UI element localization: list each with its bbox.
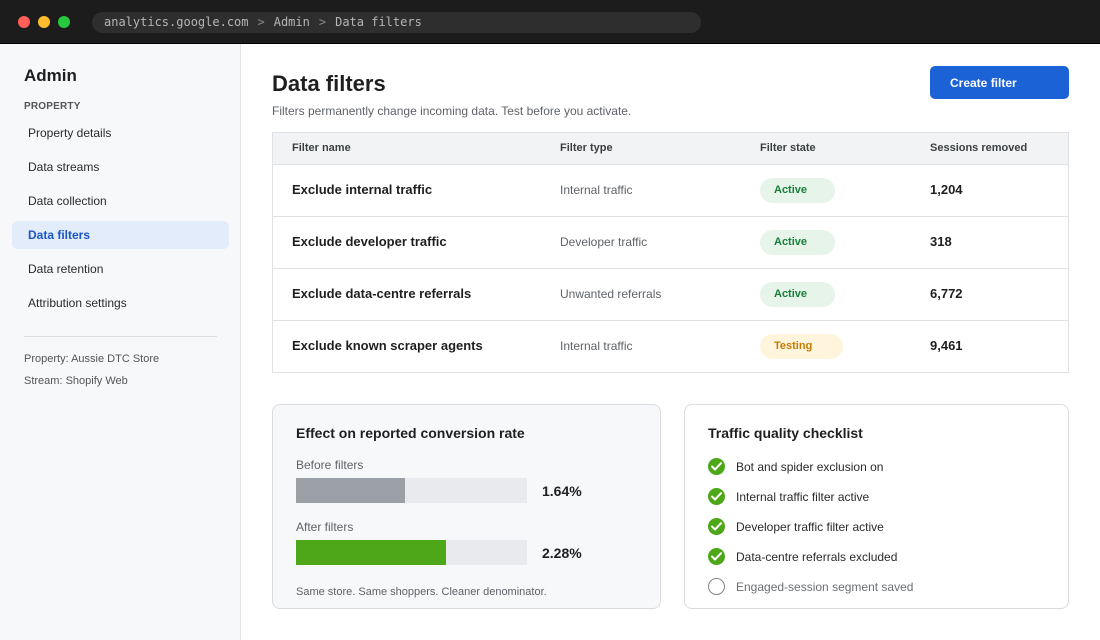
- conversion-effect-card: Effect on reported conversion rate Befor…: [272, 404, 661, 609]
- sessions-removed: 318: [930, 234, 952, 249]
- checklist-item-label: Engaged-session segment saved: [736, 580, 914, 594]
- status-badge: Testing: [760, 334, 843, 359]
- check-circle-icon: [708, 548, 725, 565]
- property-name: Property: Aussie DTC Store: [24, 353, 160, 365]
- after-filters-fill: [296, 540, 447, 565]
- filter-type: Internal traffic: [560, 339, 633, 353]
- sessions-removed: 1,204: [930, 182, 963, 197]
- url-separator: >: [257, 15, 265, 29]
- check-circle-icon: [708, 488, 725, 505]
- filter-name[interactable]: Exclude developer traffic: [292, 234, 447, 249]
- sidebar-divider: [24, 336, 217, 337]
- sidebar-item-data-streams[interactable]: Data streams: [12, 153, 229, 181]
- status-badge: Active: [760, 282, 835, 307]
- table-row[interactable]: Exclude data-centre referrals Unwanted r…: [273, 269, 1068, 321]
- sidebar-item-data-filters[interactable]: Data filters: [12, 221, 229, 249]
- close-window-button[interactable]: [18, 16, 30, 28]
- column-header-sessions-removed[interactable]: Sessions removed: [930, 142, 1027, 154]
- card-title: Traffic quality checklist: [708, 425, 863, 441]
- sessions-removed: 9,461: [930, 338, 963, 353]
- maximize-window-button[interactable]: [58, 16, 70, 28]
- checklist-item-label: Bot and spider exclusion on: [736, 460, 884, 474]
- url-segment-data-filters: Data filters: [335, 15, 422, 29]
- after-filters-label: After filters: [296, 520, 354, 534]
- sidebar-nav: Property details Data streams Data colle…: [12, 119, 229, 323]
- sessions-removed: 6,772: [930, 286, 963, 301]
- page-title: Data filters: [272, 71, 386, 96]
- minimize-window-button[interactable]: [38, 16, 50, 28]
- url-domain: analytics.google.com: [104, 15, 249, 29]
- status-badge: Active: [760, 230, 835, 255]
- effect-footnote: Same store. Same shoppers. Cleaner denom…: [296, 586, 547, 598]
- create-filter-button[interactable]: Create filter: [930, 66, 1069, 99]
- traffic-quality-checklist-card: Traffic quality checklist Bot and spider…: [684, 404, 1069, 609]
- status-badge: Active: [760, 178, 835, 203]
- table-row[interactable]: Exclude internal traffic Internal traffi…: [273, 165, 1068, 217]
- column-header-filter-state[interactable]: Filter state: [760, 142, 816, 154]
- filter-name[interactable]: Exclude internal traffic: [292, 182, 432, 197]
- before-filters-value: 1.64%: [542, 483, 582, 499]
- table-row[interactable]: Exclude developer traffic Developer traf…: [273, 217, 1068, 269]
- after-filters-value: 2.28%: [542, 545, 582, 561]
- column-header-filter-type[interactable]: Filter type: [560, 142, 613, 154]
- before-filters-label: Before filters: [296, 458, 364, 472]
- table-header: Filter name Filter type Filter state Ses…: [273, 133, 1068, 165]
- window-titlebar: analytics.google.com > Admin > Data filters: [0, 0, 1100, 44]
- check-circle-icon: [708, 518, 725, 535]
- address-bar[interactable]: analytics.google.com > Admin > Data filters: [92, 12, 701, 33]
- filter-name[interactable]: Exclude known scraper agents: [292, 338, 483, 353]
- checklist-item-label: Internal traffic filter active: [736, 490, 870, 504]
- checklist-item-label: Developer traffic filter active: [736, 520, 884, 534]
- sidebar-item-data-collection[interactable]: Data collection: [12, 187, 229, 215]
- sidebar-section-label: PROPERTY: [24, 101, 81, 112]
- url-segment-admin: Admin: [273, 15, 310, 29]
- filter-name[interactable]: Exclude data-centre referrals: [292, 286, 471, 301]
- url-separator: >: [318, 15, 327, 29]
- filter-type: Internal traffic: [560, 183, 633, 197]
- sidebar-item-property-details[interactable]: Property details: [12, 119, 229, 147]
- checklist-item-label: Data-centre referrals excluded: [736, 550, 898, 564]
- before-filters-bar: [296, 478, 527, 503]
- sidebar-item-attribution-settings[interactable]: Attribution settings: [12, 289, 229, 317]
- card-title: Effect on reported conversion rate: [296, 425, 525, 441]
- sidebar: Admin PROPERTY Property details Data str…: [0, 44, 241, 640]
- stream-name: Stream: Shopify Web: [24, 375, 128, 387]
- column-header-filter-name[interactable]: Filter name: [292, 142, 351, 154]
- check-circle-icon: [708, 458, 725, 475]
- filter-type: Unwanted referrals: [560, 287, 662, 301]
- empty-circle-icon: [708, 578, 725, 595]
- filter-type: Developer traffic: [560, 235, 648, 249]
- sidebar-item-data-retention[interactable]: Data retention: [12, 255, 229, 283]
- after-filters-bar: [296, 540, 527, 565]
- before-filters-fill: [296, 478, 405, 503]
- page-subtitle: Filters permanently change incoming data…: [272, 104, 632, 118]
- filters-table: Filter name Filter type Filter state Ses…: [272, 132, 1069, 373]
- table-row[interactable]: Exclude known scraper agents Internal tr…: [273, 321, 1068, 373]
- sidebar-title: Admin: [24, 66, 77, 85]
